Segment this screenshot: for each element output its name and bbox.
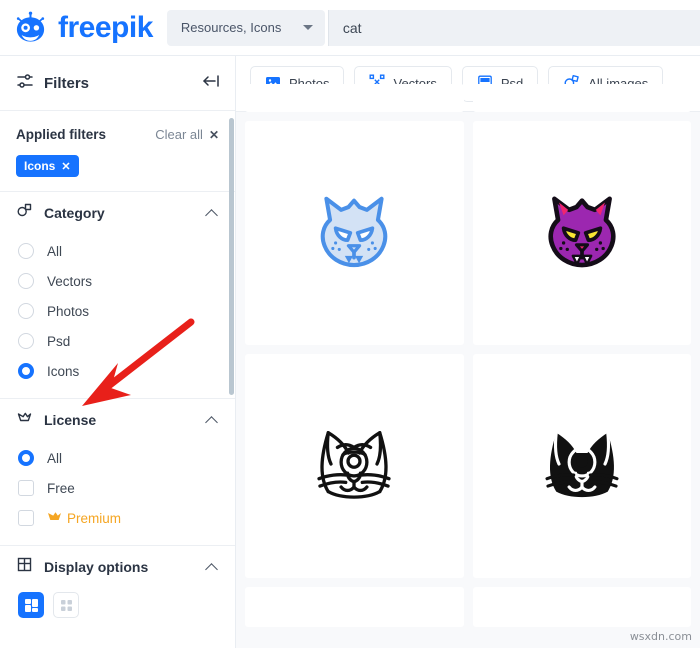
result-card-partial[interactable]	[472, 84, 691, 112]
cat-icon-lineal-color-blue	[308, 185, 400, 282]
resources-dropdown[interactable]: Resources, Icons	[166, 9, 325, 46]
checkbox[interactable]	[18, 480, 34, 496]
category-option-psd[interactable]: Psd	[0, 326, 235, 356]
sidebar-scrollbar-thumb[interactable]	[229, 118, 234, 395]
license-option-free[interactable]: Free	[0, 473, 235, 503]
brand-wordmark: freepik	[58, 10, 153, 44]
license-options: All Free Premium	[0, 441, 235, 545]
filters-title: Filters	[44, 74, 90, 92]
radio-button[interactable]	[18, 333, 34, 349]
filters-header: Filters	[0, 56, 235, 111]
search-input-value: cat	[342, 19, 362, 36]
applied-filters-title: Applied filters	[16, 127, 107, 142]
chevron-up-icon[interactable]	[205, 562, 218, 576]
option-label: Free	[47, 480, 75, 496]
result-card-partial[interactable]	[472, 587, 691, 627]
category-option-vectors[interactable]: Vectors	[0, 266, 235, 296]
result-card[interactable]	[245, 121, 464, 345]
premium-label: Premium	[67, 510, 122, 526]
shapes-icon	[16, 202, 33, 224]
option-label: Icons	[47, 363, 80, 379]
category-options: All Vectors Photos Psd Icons	[0, 234, 235, 398]
result-card[interactable]	[472, 121, 691, 345]
option-label: All	[47, 243, 63, 259]
applied-filter-chip-icons[interactable]: Icons ✕	[16, 155, 79, 177]
display-options-header[interactable]: Display options	[0, 546, 235, 588]
result-card-partial[interactable]	[245, 84, 464, 112]
cat-icon-outline-black	[308, 418, 400, 515]
result-card[interactable]	[472, 354, 691, 578]
clear-all-button[interactable]: Clear all ✕	[155, 127, 219, 142]
grid-icon	[16, 556, 33, 578]
resources-dropdown-value: Resources, Icons	[180, 20, 282, 35]
option-label: Photos	[47, 303, 90, 319]
freepik-search-page: freepik Resources, Icons cat Filters App…	[0, 0, 700, 648]
chevron-down-icon	[302, 25, 313, 30]
small-grid-view-button[interactable]	[53, 592, 79, 618]
checkbox[interactable]	[18, 510, 34, 526]
collapse-left-icon[interactable]	[201, 73, 221, 94]
filters-sidebar: Filters Applied filters Clear all ✕ Icon…	[0, 56, 236, 648]
search-input[interactable]: cat	[327, 9, 700, 46]
large-grid-view-button[interactable]	[18, 592, 44, 618]
radio-button-selected[interactable]	[18, 450, 34, 466]
option-label: All	[47, 450, 63, 466]
freepik-mascot-icon	[10, 8, 52, 48]
results-panel: Photos Vectors	[236, 56, 700, 648]
display-view-toggles	[0, 588, 235, 618]
license-option-all[interactable]: All	[0, 443, 235, 473]
results-grid	[236, 84, 700, 627]
filters-body: Applied filters Clear all ✕ Icons ✕ Cate…	[0, 111, 235, 618]
cat-icon-solid-black	[536, 418, 628, 515]
display-options-title: Display options	[44, 559, 149, 575]
radio-button[interactable]	[18, 273, 34, 289]
crown-icon	[47, 510, 62, 526]
watermark: wsxdn.com	[629, 630, 692, 643]
display-options-section: Display options	[0, 545, 235, 618]
license-title: License	[44, 412, 97, 428]
license-section-header[interactable]: License	[0, 399, 235, 441]
close-icon: ✕	[208, 127, 219, 142]
radio-button[interactable]	[18, 303, 34, 319]
result-card-partial[interactable]	[245, 587, 464, 627]
license-section: License All Free Premium	[0, 398, 235, 545]
sliders-icon	[16, 72, 34, 95]
close-icon[interactable]: ✕	[61, 160, 70, 173]
category-option-all[interactable]: All	[0, 236, 235, 266]
category-title: Category	[44, 205, 105, 221]
option-label: Vectors	[47, 273, 93, 289]
option-label-premium: Premium	[47, 510, 121, 526]
category-option-icons[interactable]: Icons	[0, 356, 235, 386]
radio-button[interactable]	[18, 243, 34, 259]
radio-button-selected[interactable]	[18, 363, 34, 379]
brand-logo-link[interactable]: freepik	[0, 8, 153, 48]
clear-all-label: Clear all	[155, 127, 203, 142]
crown-icon	[16, 409, 33, 431]
category-section-header[interactable]: Category	[0, 192, 235, 234]
chip-label: Icons	[24, 159, 56, 173]
chevron-up-icon[interactable]	[205, 415, 218, 429]
top-bar: freepik Resources, Icons cat	[0, 0, 700, 56]
category-section: Category All Vectors Photos Psd Icons	[0, 192, 235, 398]
chevron-up-icon[interactable]	[205, 208, 218, 222]
applied-filters-section: Applied filters Clear all ✕ Icons ✕	[0, 111, 235, 192]
cat-icon-filled-purple	[536, 185, 628, 282]
option-label: Psd	[47, 333, 71, 349]
category-option-photos[interactable]: Photos	[0, 296, 235, 326]
result-card[interactable]	[245, 354, 464, 578]
license-option-premium[interactable]: Premium	[0, 503, 235, 533]
